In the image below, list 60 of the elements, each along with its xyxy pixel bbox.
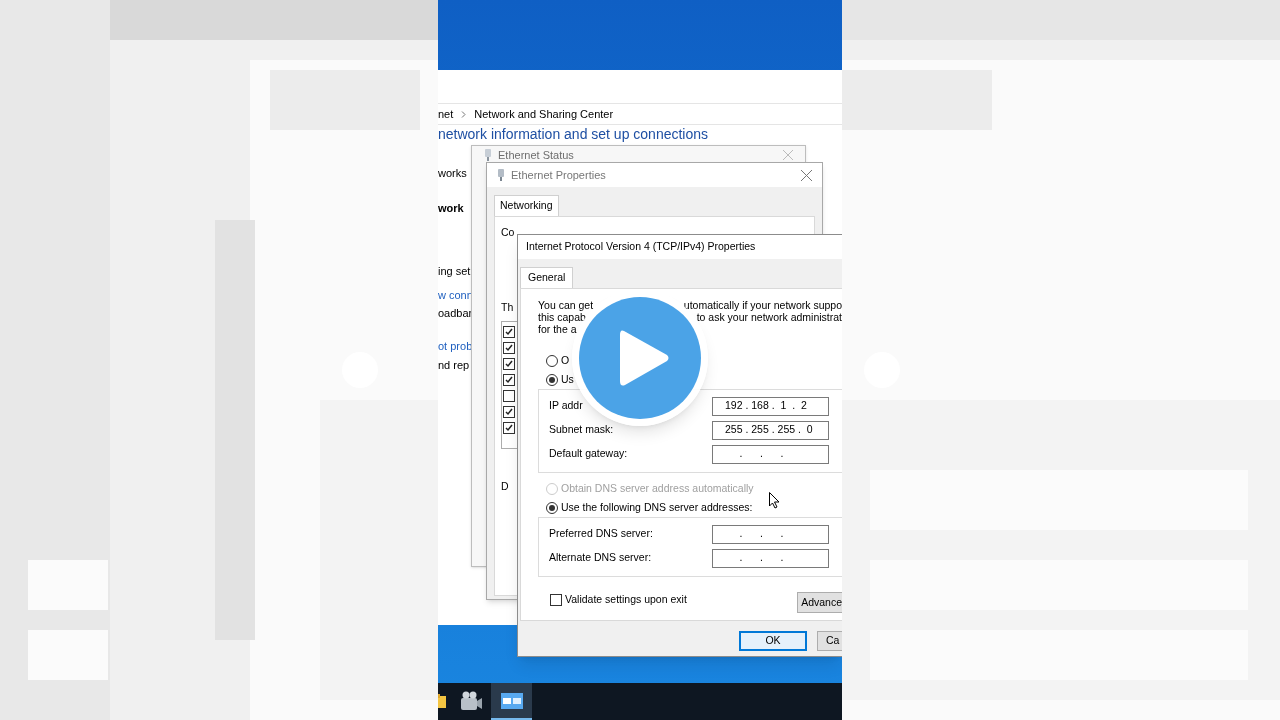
play-icon bbox=[620, 329, 670, 387]
field-label: Preferred DNS server: bbox=[549, 526, 653, 542]
sidebar-text: work bbox=[438, 201, 464, 216]
radio-button[interactable] bbox=[546, 501, 558, 514]
checkbox-label: Validate settings upon exit bbox=[565, 592, 687, 608]
window-title: Ethernet Status bbox=[498, 147, 574, 163]
ip-address-field[interactable]: . . . bbox=[712, 444, 829, 464]
description-text: this capab bbox=[538, 311, 586, 323]
field-label: Default gateway: bbox=[549, 446, 628, 462]
advanced-button[interactable]: Advance bbox=[797, 592, 842, 613]
dialog-button[interactable]: Ca bbox=[817, 631, 842, 651]
radio-label: Obtain DNS server address automatically bbox=[561, 480, 754, 496]
taskbar-button[interactable] bbox=[491, 683, 532, 720]
mouse-cursor-icon bbox=[769, 492, 780, 509]
description-text: for the a bbox=[538, 323, 577, 335]
dialog-button[interactable]: OK bbox=[739, 631, 807, 651]
checkbox[interactable] bbox=[503, 357, 515, 370]
network-window-icon bbox=[500, 692, 523, 709]
radio-button[interactable] bbox=[546, 373, 558, 386]
tab[interactable]: Networking bbox=[494, 195, 559, 216]
window-title: Internet Protocol Version 4 (TCP/IPv4) Properties bbox=[526, 239, 756, 255]
sidebar-text: nd rep bbox=[438, 358, 470, 373]
checkbox[interactable] bbox=[503, 389, 515, 402]
description-text: to ask your network administrat bbox=[696, 311, 842, 323]
field-label: D bbox=[501, 478, 509, 494]
breadcrumb-item[interactable]: net bbox=[438, 105, 454, 123]
checkbox[interactable] bbox=[550, 594, 562, 606]
radio-label: Us bbox=[561, 371, 574, 387]
ethernet-icon bbox=[497, 169, 505, 181]
chevron-right-icon bbox=[461, 110, 467, 118]
field-label: Th bbox=[501, 299, 514, 315]
checkbox[interactable] bbox=[503, 341, 515, 354]
checkbox[interactable] bbox=[503, 325, 515, 338]
radio-label: O bbox=[561, 352, 570, 368]
close-icon[interactable] bbox=[801, 169, 812, 181]
ethernet-icon bbox=[484, 149, 492, 161]
ip-address-field[interactable]: 255 . 255 . 255 . 0 bbox=[712, 420, 829, 440]
page-heading: network information and set up connections bbox=[438, 126, 710, 143]
tab[interactable]: General bbox=[520, 267, 574, 288]
field-label: Alternate DNS server: bbox=[549, 550, 652, 566]
sidebar-text: works bbox=[438, 166, 467, 181]
folder-icon bbox=[438, 693, 446, 708]
window-title: Ethernet Properties bbox=[511, 167, 606, 183]
ip-address-field[interactable]: . . . bbox=[712, 524, 829, 544]
field-label: Co bbox=[501, 225, 515, 240]
description-text: You can get bbox=[538, 299, 594, 311]
camera-icon bbox=[459, 690, 482, 711]
sidebar-text: oadbar bbox=[438, 306, 473, 321]
checkbox[interactable] bbox=[503, 421, 515, 434]
description-text: utomatically if your network suppo bbox=[683, 299, 842, 311]
radio-button[interactable] bbox=[546, 354, 558, 367]
field-label: IP addr bbox=[549, 398, 583, 414]
breadcrumb-item[interactable]: Network and Sharing Center bbox=[474, 105, 614, 123]
checkbox[interactable] bbox=[503, 373, 515, 386]
ip-address-field[interactable]: . . . bbox=[712, 548, 829, 568]
ip-address-field[interactable]: 192 . 168 . 1 . 2 bbox=[712, 396, 829, 416]
sidebar-text: ing set bbox=[438, 264, 471, 279]
checkbox[interactable] bbox=[503, 405, 515, 418]
radio-label: Use the following DNS server addresses: bbox=[561, 499, 753, 515]
field-label: Subnet mask: bbox=[549, 422, 614, 438]
